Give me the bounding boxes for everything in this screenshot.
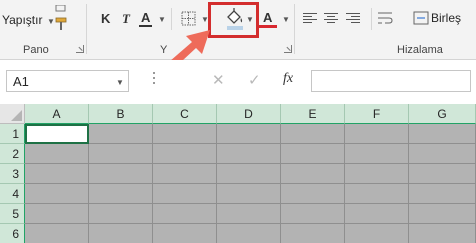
separator bbox=[371, 8, 372, 30]
column-header-e[interactable]: E bbox=[281, 104, 345, 124]
cell-g4[interactable] bbox=[409, 184, 476, 204]
row-header-3[interactable]: 3 bbox=[0, 164, 25, 184]
cell-f3[interactable] bbox=[345, 164, 409, 184]
cell-c4[interactable] bbox=[153, 184, 217, 204]
row-header-6[interactable]: 6 bbox=[0, 224, 25, 243]
cell-f6[interactable] bbox=[345, 224, 409, 243]
cell-c1[interactable] bbox=[153, 124, 217, 144]
column-header-d[interactable]: D bbox=[217, 104, 281, 124]
row-header-1[interactable]: 1 bbox=[0, 124, 25, 144]
column-header-g[interactable]: G bbox=[409, 104, 476, 124]
name-box-dropdown-caret[interactable]: ▼ bbox=[116, 78, 124, 87]
merge-cells-icon[interactable] bbox=[413, 10, 429, 26]
cell-f2[interactable] bbox=[345, 144, 409, 164]
formula-input[interactable] bbox=[311, 70, 471, 92]
column-header-f[interactable]: F bbox=[345, 104, 409, 124]
wrap-text-icon[interactable] bbox=[377, 10, 393, 26]
column-header-a[interactable]: A bbox=[25, 104, 89, 124]
cell-a5[interactable] bbox=[25, 204, 89, 224]
row-header-4[interactable]: 4 bbox=[0, 184, 25, 204]
group-label-alignment: Hizalama bbox=[397, 44, 443, 56]
row-header-2[interactable]: 2 bbox=[0, 144, 25, 164]
bold-button[interactable]: K bbox=[101, 12, 110, 25]
cell-d5[interactable] bbox=[217, 204, 281, 224]
cell-d2[interactable] bbox=[217, 144, 281, 164]
cell-a2[interactable] bbox=[25, 144, 89, 164]
column-header-c[interactable]: C bbox=[153, 104, 217, 124]
cell-d4[interactable] bbox=[217, 184, 281, 204]
align-center-icon[interactable] bbox=[324, 13, 338, 25]
separator bbox=[294, 4, 295, 54]
underline-dropdown-caret[interactable]: ▼ bbox=[158, 15, 166, 24]
cell-c5[interactable] bbox=[153, 204, 217, 224]
cell-b3[interactable] bbox=[89, 164, 153, 184]
cell-f5[interactable] bbox=[345, 204, 409, 224]
align-left-icon[interactable] bbox=[303, 13, 317, 25]
cell-g5[interactable] bbox=[409, 204, 476, 224]
cell-e6[interactable] bbox=[281, 224, 345, 243]
cell-e4[interactable] bbox=[281, 184, 345, 204]
separator bbox=[86, 4, 87, 54]
cell-a4[interactable] bbox=[25, 184, 89, 204]
insert-function-button[interactable]: fx bbox=[283, 71, 293, 87]
cell-e3[interactable] bbox=[281, 164, 345, 184]
cell-g6[interactable] bbox=[409, 224, 476, 243]
formula-bar-grip-icon[interactable] bbox=[153, 72, 156, 88]
font-launcher-icon[interactable] bbox=[284, 45, 292, 53]
font-color-button[interactable]: A bbox=[263, 11, 272, 24]
cell-d6[interactable] bbox=[217, 224, 281, 243]
ribbon: Yapıştır ▼ Pano K T A ▼ ▼ ▼ A ▼ Y Birleş… bbox=[0, 0, 476, 74]
cell-d3[interactable] bbox=[217, 164, 281, 184]
cell-b2[interactable] bbox=[89, 144, 153, 164]
underline-indicator bbox=[139, 25, 152, 27]
cell-b5[interactable] bbox=[89, 204, 153, 224]
row-header-5[interactable]: 5 bbox=[0, 204, 25, 224]
align-right-icon[interactable] bbox=[346, 13, 360, 25]
cell-d1[interactable] bbox=[217, 124, 281, 144]
font-color-dropdown-caret[interactable]: ▼ bbox=[282, 15, 290, 24]
cell-b1[interactable] bbox=[89, 124, 153, 144]
font-color-swatch bbox=[259, 25, 277, 28]
select-all-button[interactable] bbox=[0, 104, 25, 124]
cell-c3[interactable] bbox=[153, 164, 217, 184]
cell-f4[interactable] bbox=[345, 184, 409, 204]
format-painter-icon[interactable] bbox=[54, 17, 68, 31]
merge-cells-label[interactable]: Birleş bbox=[431, 12, 461, 24]
cell-e2[interactable] bbox=[281, 144, 345, 164]
cell-c6[interactable] bbox=[153, 224, 217, 243]
cell-f1[interactable] bbox=[345, 124, 409, 144]
column-header-b[interactable]: B bbox=[89, 104, 153, 124]
cell-b6[interactable] bbox=[89, 224, 153, 243]
copy-icon[interactable] bbox=[55, 0, 67, 12]
name-box[interactable]: A1 bbox=[6, 70, 129, 92]
cell-c2[interactable] bbox=[153, 144, 217, 164]
cell-a1[interactable] bbox=[25, 124, 89, 144]
cell-g3[interactable] bbox=[409, 164, 476, 184]
clipboard-launcher-icon[interactable] bbox=[76, 45, 84, 53]
cell-g2[interactable] bbox=[409, 144, 476, 164]
cell-e1[interactable] bbox=[281, 124, 345, 144]
enter-icon[interactable]: ✓ bbox=[248, 71, 261, 89]
cell-g1[interactable] bbox=[409, 124, 476, 144]
paste-label[interactable]: Yapıştır bbox=[2, 14, 42, 26]
cell-b4[interactable] bbox=[89, 184, 153, 204]
cancel-icon[interactable]: ✕ bbox=[212, 71, 225, 89]
group-label-clipboard: Pano bbox=[23, 44, 49, 56]
cell-a6[interactable] bbox=[25, 224, 89, 243]
underline-button[interactable]: A bbox=[141, 11, 150, 24]
italic-button[interactable]: T bbox=[122, 12, 130, 25]
cell-a3[interactable] bbox=[25, 164, 89, 184]
cell-e5[interactable] bbox=[281, 204, 345, 224]
